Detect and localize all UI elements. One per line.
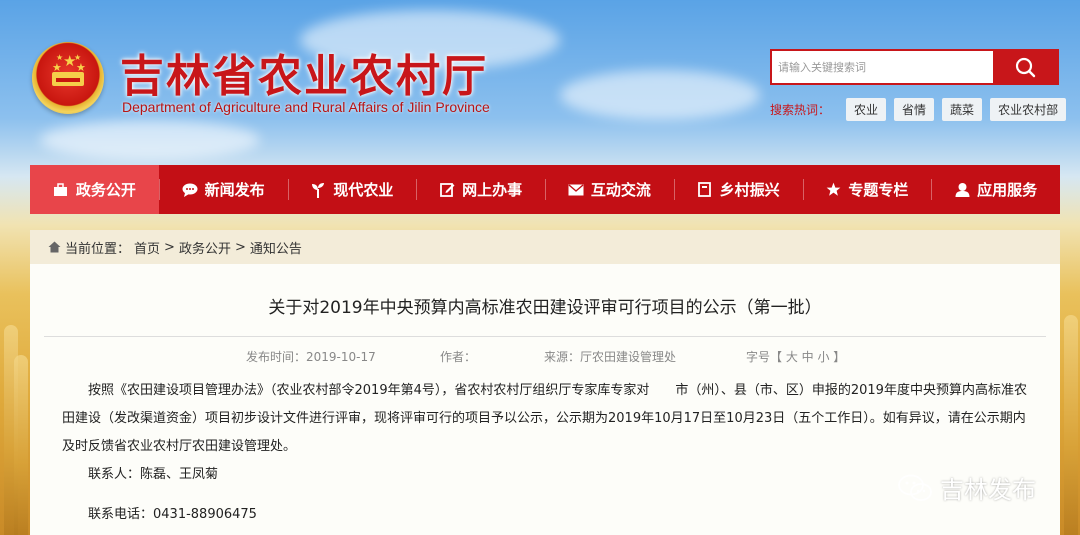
breadcrumb: 当前位置： 首页 > 政务公开 > 通知公告	[30, 230, 1060, 264]
article-meta: 发布时间：2019-10-17 作者： 来源：厅农田建设管理处 字号【 大 中 …	[30, 343, 1060, 373]
author: 作者：	[440, 350, 477, 364]
breadcrumb-prefix: 当前位置：	[65, 241, 131, 257]
nav-label: 互动交流	[590, 181, 651, 199]
nav-item-government-affairs[interactable]: 政务公开	[30, 165, 159, 214]
site-subtitle: Department of Agriculture and Rural Affa…	[122, 99, 490, 115]
hot-tag-vegetables[interactable]: 蔬菜	[942, 98, 983, 121]
national-emblem-icon: ★ ★ ★ ★ ★	[32, 42, 104, 114]
briefcase-icon	[53, 182, 69, 198]
nav-item-rural-revitalization[interactable]: 乡村振兴	[673, 165, 803, 214]
search-button[interactable]	[993, 51, 1057, 83]
chat-bubble-icon	[182, 182, 198, 198]
wheat-decoration	[14, 355, 28, 535]
nav-label: 应用服务	[977, 181, 1038, 199]
wechat-icon	[898, 474, 932, 501]
book-icon	[697, 182, 713, 198]
sprout-icon	[310, 182, 326, 198]
nav-label: 新闻发布	[204, 181, 265, 199]
mail-icon	[568, 182, 584, 198]
nav-label: 现代农业	[333, 181, 394, 199]
nav-item-interaction[interactable]: 互动交流	[545, 165, 674, 214]
main-nav: 政务公开 新闻发布 现代农业 网上办事 互动交流 乡村振兴 专题专栏 应用服务	[30, 165, 1060, 214]
article-paragraph: 按照《农田建设项目管理办法》（农业农村部令2019年第4号），省农村农村厅组织厅…	[62, 383, 1027, 454]
wechat-watermark: 吉林发布	[898, 470, 1036, 505]
nav-item-special-topics[interactable]: 专题专栏	[802, 165, 932, 214]
nav-item-news[interactable]: 新闻发布	[158, 165, 288, 214]
hot-tag-ministry[interactable]: 农业农村部	[990, 98, 1067, 121]
watermark-text: 吉林发布	[940, 476, 1036, 504]
wheat-decoration	[1064, 315, 1078, 535]
nav-label: 政务公开	[75, 181, 136, 199]
source: 来源：厅农田建设管理处	[544, 350, 677, 364]
edit-icon	[439, 182, 455, 198]
hot-keywords: 搜索热词： 农业 省情 蔬菜 农业农村部	[770, 98, 1067, 121]
title-divider	[44, 336, 1046, 337]
home-icon	[48, 241, 61, 253]
hot-tag-provincial[interactable]: 省情	[894, 98, 935, 121]
nav-label: 乡村振兴	[719, 181, 780, 199]
breadcrumb-notices[interactable]: 通知公告	[250, 238, 302, 257]
nav-label: 专题专栏	[848, 181, 909, 199]
breadcrumb-separator: >	[234, 239, 246, 255]
publish-date: 发布时间：2019-10-17	[246, 350, 376, 364]
breadcrumb-government-affairs[interactable]: 政务公开	[179, 238, 231, 257]
nav-item-app-services[interactable]: 应用服务	[931, 165, 1060, 214]
nav-item-modern-agriculture[interactable]: 现代农业	[287, 165, 417, 214]
breadcrumb-home[interactable]: 首页	[134, 238, 160, 257]
search-icon	[1015, 57, 1036, 78]
hot-keywords-label: 搜索热词：	[770, 103, 831, 117]
nav-label: 网上办事	[462, 181, 523, 199]
article-body: 按照《农田建设项目管理办法》（农业农村部令2019年第4号），省农村农村厅组织厅…	[30, 377, 1060, 461]
site-header: ★ ★ ★ ★ ★ 吉林省农业农村厅 Department of Agricul…	[0, 0, 1080, 160]
search-input[interactable]	[772, 51, 993, 83]
font-size-control[interactable]: 字号【 大 中 小 】	[746, 348, 845, 365]
star-icon	[825, 182, 841, 198]
contact-phone: 联系电话：0431-88906475	[88, 507, 257, 522]
breadcrumb-separator: >	[164, 239, 175, 255]
user-icon	[954, 182, 970, 198]
site-title: 吉林省农业农村厅	[120, 51, 488, 102]
nav-item-online-services[interactable]: 网上办事	[416, 165, 545, 214]
hot-tag-agriculture[interactable]: 农业	[846, 98, 887, 121]
search-box	[770, 49, 1059, 85]
article-title: 关于对2019年中央预算内高标准农田建设评审可行项目的公示（第一批）	[268, 298, 822, 318]
